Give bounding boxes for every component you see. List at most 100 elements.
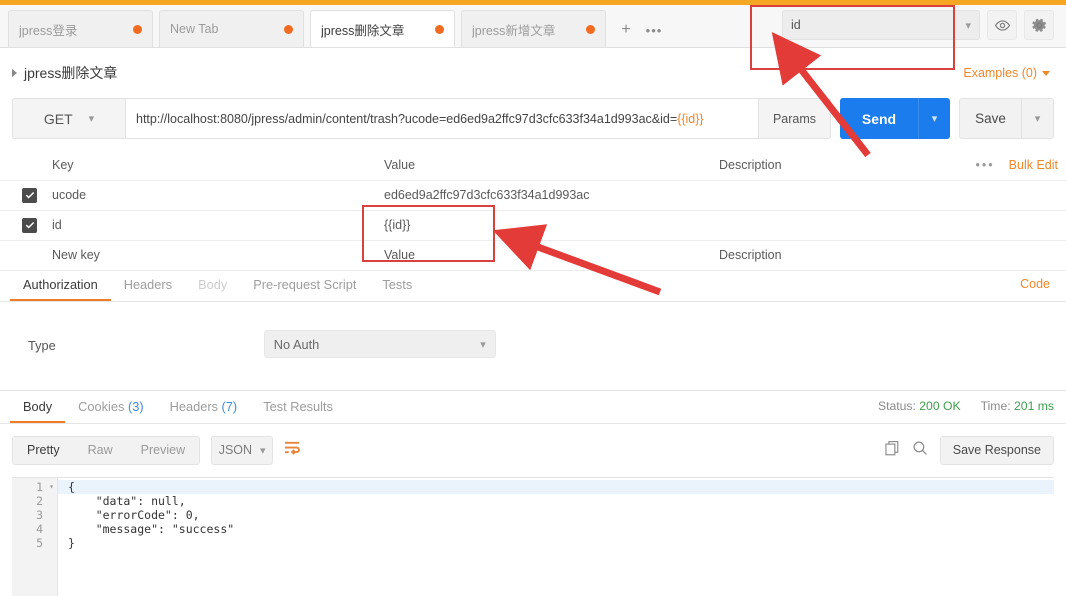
request-tab-label: jpress删除文章 <box>321 23 405 38</box>
unsaved-dot-icon[interactable] <box>133 24 142 34</box>
response-toolbar: Pretty Raw Preview JSON ▾ Save Response <box>12 435 1054 465</box>
response-status-zone: Status: 200 OK Time: 201 ms <box>878 399 1054 413</box>
table-row-new: New key Value Description <box>0 239 1066 271</box>
new-param-description-input[interactable]: Description <box>711 239 941 271</box>
column-header-value: Value <box>376 150 711 181</box>
send-options-button[interactable]: ▾ <box>918 98 950 139</box>
auth-type-select[interactable]: No Auth ▾ <box>263 330 496 358</box>
expand-triangle-icon[interactable] <box>12 69 17 77</box>
chevron-down-icon: ▾ <box>480 338 486 351</box>
row-actions-cell <box>941 209 1066 241</box>
unsaved-dot-icon[interactable] <box>586 24 595 34</box>
param-value[interactable]: {{id}} <box>376 209 711 241</box>
unsaved-dot-icon[interactable] <box>284 24 293 34</box>
request-tab-label: jpress登录 <box>19 23 78 38</box>
status-label: Status: <box>877 399 916 413</box>
status-badge: Status: 200 OK <box>878 399 961 413</box>
param-key[interactable]: id <box>44 209 376 241</box>
row-checkbox-cell <box>0 239 44 271</box>
examples-label: Examples (0) <box>963 66 1037 80</box>
code-link[interactable]: Code <box>1020 277 1050 291</box>
save-response-button[interactable]: Save Response <box>939 435 1054 465</box>
param-description[interactable] <box>711 179 941 211</box>
view-mode-raw[interactable]: Raw <box>74 437 127 464</box>
request-tab-0[interactable]: jpress登录 <box>8 10 153 47</box>
request-tab-1[interactable]: New Tab <box>159 10 304 47</box>
eye-icon <box>994 17 1011 34</box>
chevron-down-icon: ▾ <box>260 444 266 457</box>
response-tab-body[interactable]: Body <box>10 394 66 423</box>
chevron-down-icon <box>1042 70 1050 76</box>
bulk-edit-link[interactable]: Bulk Edit <box>1009 158 1058 172</box>
search-response-button[interactable] <box>912 440 928 461</box>
code-line: "message": "success" <box>68 522 235 536</box>
request-tab-3[interactable]: jpress新增文章 <box>461 10 606 47</box>
tab-body[interactable]: Body <box>185 272 240 300</box>
tab-authorization[interactable]: Authorization <box>10 272 111 301</box>
url-input[interactable]: http://localhost:8080/jpress/admin/conte… <box>125 98 759 139</box>
response-body-code[interactable]: { "data": null, "errorCode": 0, "message… <box>58 478 1054 596</box>
response-tab-count: (3) <box>127 399 144 414</box>
time-value: 201 ms <box>1014 399 1054 413</box>
request-url-row: GET ▾ http://localhost:8080/jpress/admin… <box>12 98 1054 139</box>
new-tab-button[interactable]: + <box>612 13 640 47</box>
tab-pre-request-script[interactable]: Pre-request Script <box>240 272 369 300</box>
examples-link[interactable]: Examples (0) <box>963 66 1050 80</box>
code-line: { <box>58 480 1054 494</box>
tab-tests[interactable]: Tests <box>369 272 425 300</box>
tab-headers[interactable]: Headers <box>111 272 185 300</box>
view-mode-pretty[interactable]: Pretty <box>13 437 74 464</box>
unsaved-dot-icon[interactable] <box>435 24 444 34</box>
request-tab-label: jpress新增文章 <box>472 23 556 38</box>
response-view-mode-group: Pretty Raw Preview <box>12 435 201 465</box>
new-param-key-input[interactable]: New key <box>44 239 376 271</box>
table-header-row: Key Value Description Bulk Edit ••• <box>0 150 1066 181</box>
response-tab-label: Body <box>23 399 53 414</box>
response-tab-count: (7) <box>221 399 238 414</box>
postman-window: jpress登录 New Tab jpress删除文章 jpress新增文章 +… <box>0 0 1066 596</box>
view-mode-preview[interactable]: Preview <box>127 437 199 464</box>
params-more-button[interactable]: ••• <box>976 158 995 172</box>
code-line: "errorCode": 0, <box>68 508 200 522</box>
response-toolbar-right: Save Response <box>884 435 1054 465</box>
auth-type-value: No Auth <box>273 336 320 352</box>
response-tab-label: Headers <box>169 399 218 414</box>
param-description[interactable] <box>711 209 941 241</box>
chevron-down-icon: ▾ <box>965 19 971 32</box>
save-options-button[interactable]: ▾ <box>1022 98 1054 139</box>
copy-response-button[interactable] <box>884 440 900 461</box>
response-tab-label: Cookies <box>78 399 125 414</box>
response-tab-headers[interactable]: Headers (7) <box>157 394 251 422</box>
http-method-label: GET <box>43 110 73 127</box>
param-enabled-checkbox[interactable] <box>22 187 37 203</box>
authorization-panel: Type No Auth ▾ <box>0 330 1066 390</box>
settings-button[interactable] <box>1024 10 1054 40</box>
environment-selected-label: id <box>791 18 801 32</box>
section-divider <box>0 390 1066 391</box>
tab-overflow-button[interactable]: ••• <box>640 13 668 47</box>
row-checkbox-cell <box>0 209 44 241</box>
send-button[interactable]: Send <box>840 98 918 139</box>
code-line: } <box>68 536 75 550</box>
save-button[interactable]: Save <box>959 98 1022 139</box>
param-value[interactable]: ed6ed9a2ffc97d3cfc633f34a1d993ac <box>376 179 711 211</box>
line-number[interactable]: 1 <box>12 480 57 494</box>
param-key[interactable]: ucode <box>44 179 376 211</box>
new-param-value-input[interactable]: Value <box>376 239 711 271</box>
line-number: 3 <box>36 508 43 522</box>
params-toggle-button[interactable]: Params <box>759 98 831 139</box>
wrap-lines-button[interactable] <box>284 440 301 460</box>
environment-quick-look-button[interactable] <box>987 10 1017 40</box>
param-enabled-checkbox[interactable] <box>22 217 37 233</box>
response-tab-cookies[interactable]: Cookies (3) <box>65 394 156 422</box>
environment-select[interactable]: id ▾ <box>782 10 980 40</box>
request-tab-2[interactable]: jpress删除文章 <box>310 10 455 47</box>
gear-icon <box>1031 17 1048 34</box>
line-number: 2 <box>36 494 43 508</box>
table-row: id {{id}} <box>0 209 1066 241</box>
response-tab-test-results[interactable]: Test Results <box>250 394 346 422</box>
http-method-select[interactable]: GET ▾ <box>12 98 125 139</box>
response-format-select[interactable]: JSON ▾ <box>211 435 274 465</box>
line-number: 5 <box>36 536 43 550</box>
column-header-description: Description <box>711 150 941 181</box>
